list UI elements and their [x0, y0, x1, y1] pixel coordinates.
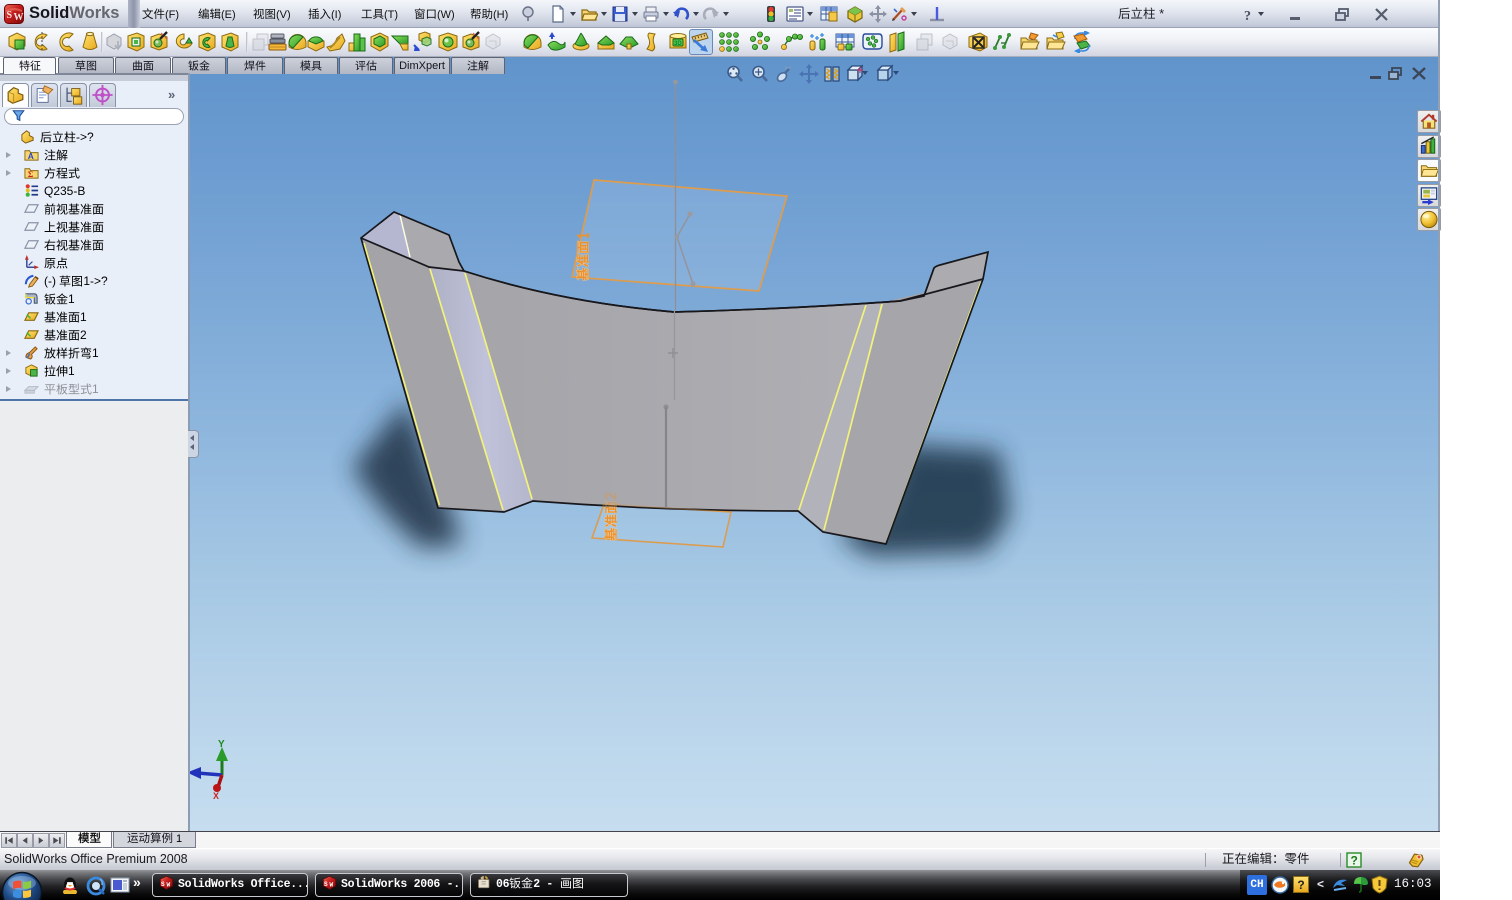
svg-text:X: X — [213, 791, 219, 800]
svg-text:A: A — [28, 151, 34, 161]
svg-text:?: ? — [1244, 9, 1251, 24]
svg-text:S: S — [7, 10, 13, 21]
svg-text:Σ: Σ — [28, 169, 34, 179]
svg-text:W: W — [167, 882, 171, 889]
svg-text:W: W — [330, 882, 334, 889]
svg-text:W: W — [14, 12, 24, 23]
svg-text:?: ? — [1351, 854, 1358, 868]
svg-text:S: S — [161, 881, 165, 888]
svg-text:S: S — [324, 881, 328, 888]
